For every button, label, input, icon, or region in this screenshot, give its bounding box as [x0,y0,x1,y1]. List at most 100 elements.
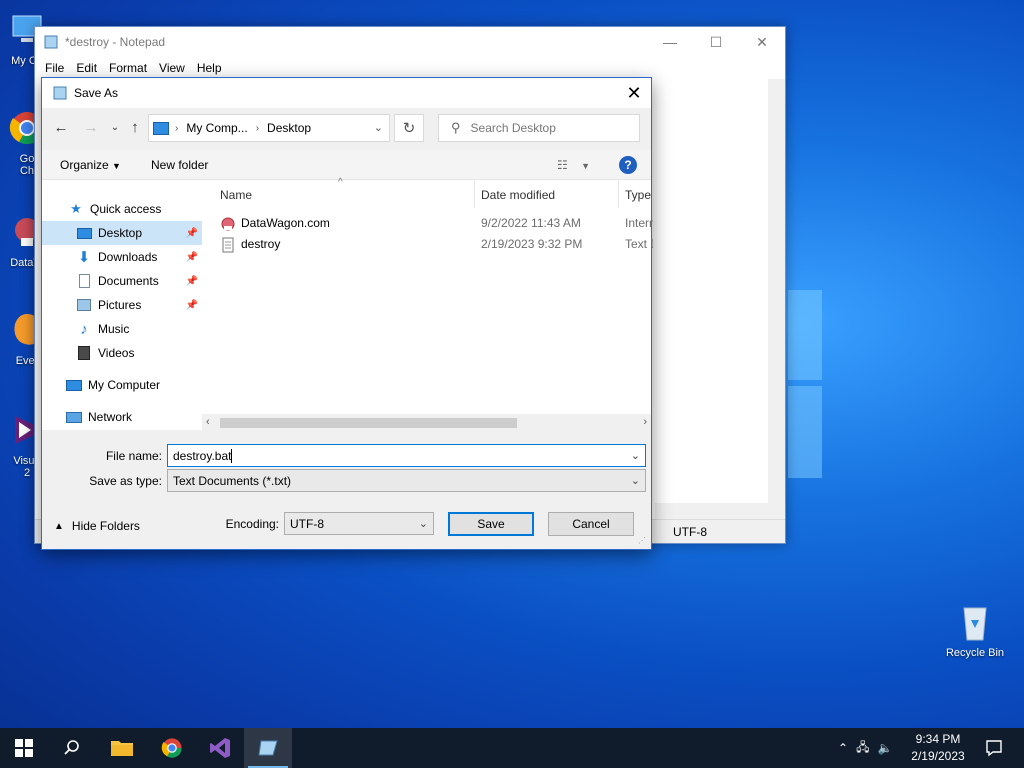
details-view-icon: ☷ [557,158,568,172]
forward-button[interactable]: → [80,116,102,138]
notepad-horizontal-scrollbar[interactable] [655,503,768,520]
menu-format[interactable]: Format [103,61,153,75]
file-name-input[interactable]: destroy.bat ⌄ [167,444,646,467]
view-options-button[interactable]: ☷ ▼ [557,158,590,172]
tree-item-music[interactable]: ♪ Music [42,317,202,341]
visual-studio-button[interactable] [196,728,244,768]
desktop-icon-recycle-bin[interactable]: Recycle Bin [940,602,1010,659]
recycle-bin-icon [963,607,987,641]
refresh-icon: ↻ [402,120,416,137]
notepad-icon [258,740,278,756]
encoding-value: UTF-8 [290,516,324,531]
dialog-close-button[interactable]: ✕ [617,78,651,108]
new-folder-button[interactable]: New folder [151,158,208,172]
menu-edit[interactable]: Edit [70,61,103,75]
arrow-left-icon: ← [53,118,69,136]
save-as-dialog[interactable]: Save As ✕ ← → ⌄ ↑ › My Comp... › Desktop… [41,77,653,550]
notifications-button[interactable] [970,728,1018,768]
menu-help[interactable]: Help [191,61,228,75]
chevron-up-icon: ▲ [54,520,64,532]
dialog-titlebar[interactable]: Save As [42,78,651,108]
chrome-icon [161,738,182,758]
organize-button[interactable]: Organize ▼ [60,158,121,172]
pin-icon[interactable]: 📌 [186,276,198,287]
column-header-date-modified[interactable]: Date modified [481,188,555,202]
chrome-button[interactable] [148,728,196,768]
file-row-datawagon[interactable]: DataWagon.com 9/2/2022 11:43 AM Intern [212,213,653,234]
breadcrumb-my-computer[interactable]: My Comp... [186,121,247,135]
search-button[interactable] [48,728,96,768]
pin-icon[interactable]: 📌 [186,252,198,263]
menu-file[interactable]: File [39,61,70,75]
breadcrumb-separator-icon: › [175,122,179,134]
navigation-pane: ★ Quick access Desktop 📌 ⬇ Downloads 📌 D… [42,180,204,430]
notepad-vertical-scrollbar[interactable] [768,79,785,529]
column-headers: ^ Name Date modified Type [212,177,651,208]
notepad-icon [44,35,58,49]
tree-item-videos[interactable]: Videos [42,341,202,365]
hide-folders-button[interactable]: ▲ Hide Folders [54,519,140,533]
file-name: DataWagon.com [241,216,330,230]
address-bar[interactable]: › My Comp... › Desktop ⌄ [148,114,390,142]
computer-icon [153,121,169,135]
desktop-folder-icon [76,225,92,241]
scroll-right-icon[interactable]: › [643,416,647,428]
tree-item-my-computer[interactable]: My Computer [42,373,202,397]
tree-item-pictures[interactable]: Pictures 📌 [42,293,202,317]
text-caret [231,448,233,463]
save-as-type-select[interactable]: Text Documents (*.txt) ⌄ [167,469,646,492]
chevron-down-icon[interactable]: ⌄ [631,449,640,462]
encoding-select[interactable]: UTF-8 ⌄ [284,512,434,535]
tree-item-documents[interactable]: Documents 📌 [42,269,202,293]
cancel-button[interactable]: Cancel [548,512,634,536]
picture-icon [76,297,92,313]
scroll-left-icon[interactable]: ‹ [206,416,210,428]
save-button[interactable]: Save [448,512,534,536]
help-button[interactable]: ? [619,156,637,174]
file-explorer-button[interactable] [98,728,146,768]
encoding-label: Encoding: [225,517,279,531]
navigation-bar: ← → ⌄ ↑ › My Comp... › Desktop ⌄ ↻ ⚲ Sea… [42,112,651,142]
save-as-type-value: Text Documents (*.txt) [173,473,292,488]
desktop-icon-label: Recycle Bin [945,647,1005,659]
recent-locations-button[interactable]: ⌄ [104,116,126,138]
column-divider[interactable] [618,180,619,208]
network-icon[interactable]: 🖧 [856,738,869,759]
status-encoding: UTF-8 [673,525,707,539]
resize-grip-icon[interactable]: ⋰ [638,536,648,546]
close-button[interactable]: ✕ [739,27,785,57]
column-header-type[interactable]: Type [625,188,651,202]
menu-view[interactable]: View [153,61,191,75]
tree-item-quick-access[interactable]: ★ Quick access [42,197,202,221]
file-name-value: destroy.bat [173,448,232,463]
scrollbar-thumb[interactable] [220,418,517,428]
file-row-destroy[interactable]: destroy 2/19/2023 9:32 PM Text D [212,234,653,255]
tree-item-downloads[interactable]: ⬇ Downloads 📌 [42,245,202,269]
column-divider[interactable] [474,180,475,208]
notepad-taskbar-button[interactable] [244,728,292,768]
tree-item-network[interactable]: Network [42,405,202,429]
pin-icon[interactable]: 📌 [186,300,198,311]
up-button[interactable]: ↑ [124,116,146,138]
computer-icon [66,377,82,393]
search-icon [64,740,79,755]
tree-item-desktop[interactable]: Desktop 📌 [42,221,202,245]
pin-icon[interactable]: 📌 [186,228,198,239]
file-date: 2/19/2023 9:32 PM [481,237,583,251]
notepad-title: *destroy - Notepad [65,35,166,49]
chevron-up-icon[interactable]: ⌃ [838,741,848,755]
command-bar: Organize ▼ New folder ☷ ▼ ? [42,150,651,180]
volume-icon[interactable]: 🔈 [877,741,892,755]
clock[interactable]: 9:34 PM 2/19/2023 [902,731,974,765]
breadcrumb-desktop[interactable]: Desktop [267,121,311,135]
file-list-horizontal-scrollbar[interactable]: ‹ › [202,414,651,432]
internet-shortcut-icon [221,217,235,231]
minimize-button[interactable]: — [647,27,693,57]
back-button[interactable]: ← [50,116,72,138]
refresh-button[interactable]: ↻ [394,114,424,142]
column-header-name[interactable]: Name [220,188,252,202]
chevron-down-icon[interactable]: ⌄ [374,121,383,134]
search-input[interactable]: ⚲ Search Desktop [438,114,640,142]
maximize-button[interactable]: ☐ [693,27,739,57]
start-button[interactable] [0,728,48,768]
